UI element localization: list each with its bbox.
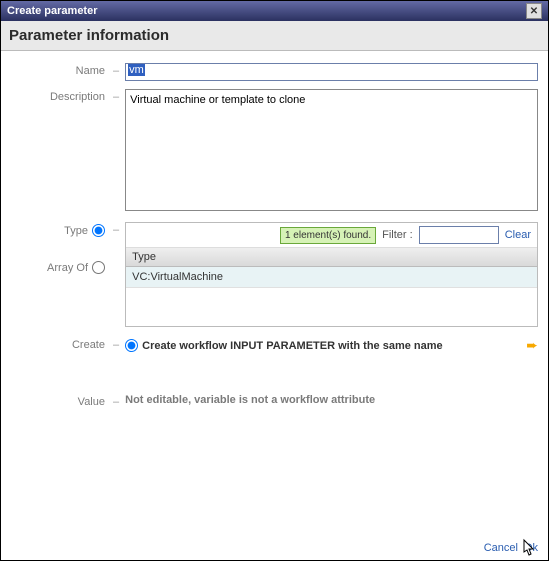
create-option-radio[interactable] bbox=[125, 339, 138, 352]
close-icon[interactable]: ✕ bbox=[526, 3, 542, 19]
dialog-content: Name – vm Description – Type Array Of – bbox=[1, 51, 548, 408]
arrayof-radio[interactable] bbox=[92, 261, 105, 274]
row-name: Name – vm bbox=[11, 63, 538, 81]
clear-link[interactable]: Clear bbox=[505, 229, 531, 241]
row-value: Value – Not editable, variable is not a … bbox=[11, 394, 538, 408]
dialog-title: Create parameter bbox=[7, 5, 98, 17]
filter-label: Filter : bbox=[382, 229, 413, 241]
dialog-subheader: Parameter information bbox=[1, 21, 548, 51]
type-panel: 1 element(s) found. Filter : Clear Type … bbox=[125, 222, 538, 327]
row-create: Create – Create workflow INPUT PARAMETER… bbox=[11, 337, 538, 354]
separator-icon: – bbox=[111, 337, 125, 354]
cancel-button[interactable]: Cancel bbox=[484, 542, 518, 554]
row-type: Type Array Of – 1 element(s) found. Filt… bbox=[11, 222, 538, 327]
type-toolbar: 1 element(s) found. Filter : Clear bbox=[126, 223, 537, 248]
label-type: Type bbox=[64, 225, 88, 237]
row-description: Description – bbox=[11, 89, 538, 214]
type-column-header: Type bbox=[126, 248, 537, 267]
description-textarea[interactable] bbox=[125, 89, 538, 211]
dialog-footer: Cancel Qk bbox=[484, 542, 538, 554]
type-row[interactable]: VC:VirtualMachine bbox=[126, 267, 537, 288]
dialog-titlebar: Create parameter ✕ bbox=[1, 1, 548, 21]
label-create: Create bbox=[11, 337, 111, 354]
separator-icon: – bbox=[111, 63, 125, 81]
name-input-selected-text: vm bbox=[128, 64, 145, 76]
found-badge: 1 element(s) found. bbox=[280, 227, 376, 244]
type-radio[interactable] bbox=[92, 224, 105, 237]
create-option-label: Create workflow INPUT PARAMETER with the… bbox=[142, 340, 526, 352]
arrow-right-icon[interactable]: ➨ bbox=[526, 337, 538, 354]
separator-icon: – bbox=[111, 222, 125, 236]
label-description: Description bbox=[11, 89, 111, 214]
label-value: Value bbox=[11, 394, 111, 408]
type-empty-space bbox=[126, 288, 537, 326]
filter-input[interactable] bbox=[419, 226, 499, 244]
name-input[interactable]: vm bbox=[125, 63, 538, 81]
label-name: Name bbox=[11, 63, 111, 81]
value-message: Not editable, variable is not a workflow… bbox=[125, 394, 375, 406]
label-arrayof: Array Of bbox=[47, 262, 88, 274]
separator-icon: – bbox=[111, 89, 125, 214]
separator-icon: – bbox=[111, 394, 125, 408]
ok-button[interactable]: Qk bbox=[524, 542, 538, 554]
